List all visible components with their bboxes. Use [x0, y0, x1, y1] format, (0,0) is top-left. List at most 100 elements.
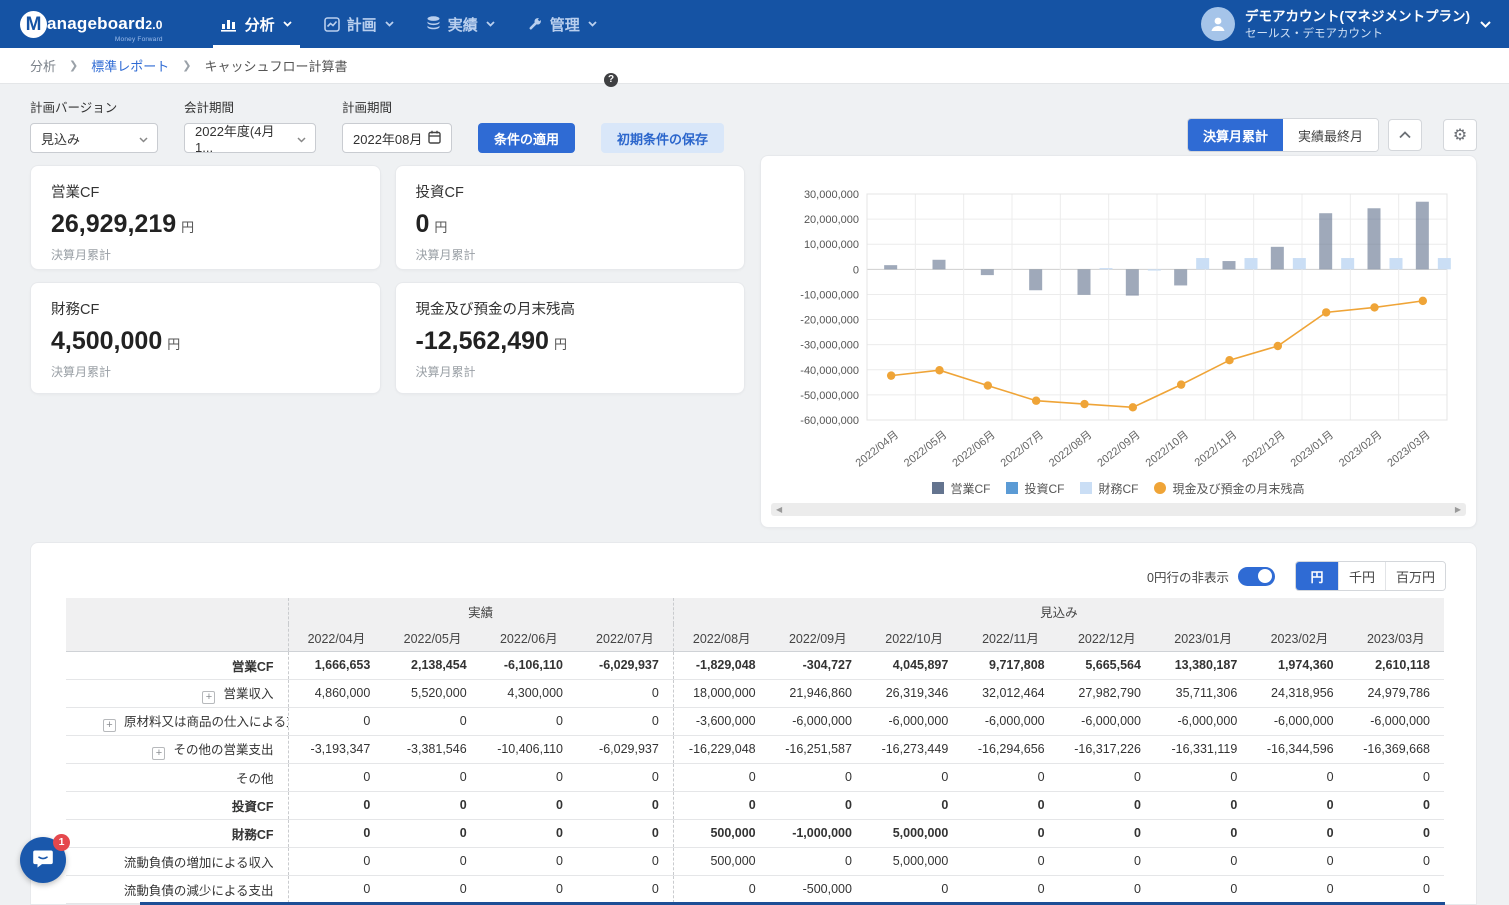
table-cell: 0	[481, 763, 577, 791]
chart-bar	[1271, 247, 1284, 270]
chart-bar	[884, 265, 897, 269]
legend-swatch	[1080, 482, 1092, 494]
kpi-value: 4,500,000円	[51, 327, 360, 356]
toggle-last-actual-month[interactable]: 実績最終月	[1283, 119, 1378, 151]
chart-point	[1080, 400, 1088, 408]
nav-label: 実績	[448, 14, 478, 35]
breadcrumb-item[interactable]: 分析	[30, 56, 56, 75]
chevron-up-icon	[1399, 126, 1411, 144]
chart-scrollbar[interactable]: ◀ ▶	[771, 503, 1466, 516]
nav-item-admin[interactable]: 管理	[511, 0, 613, 48]
x-axis-label: 2022/12月	[1240, 429, 1287, 470]
kpi-unit: 円	[554, 337, 567, 352]
toggle-fiscal-cumulative[interactable]: 決算月累計	[1188, 119, 1283, 151]
unit-selector: 円 千円 百万円	[1295, 561, 1446, 591]
table-cell: 0	[1155, 875, 1251, 903]
nav-item-actuals[interactable]: 実績	[410, 0, 511, 48]
table-column-header: 2022/05月	[384, 624, 480, 651]
table-cell: 0	[1251, 847, 1347, 875]
table-row: 営業CF1,666,6532,138,454-6,106,110-6,029,9…	[66, 651, 1444, 679]
table-cell: -6,000,000	[962, 707, 1058, 735]
table-cell: 1,666,653	[288, 651, 384, 679]
table-cell: 0	[577, 707, 673, 735]
chart-point	[1032, 397, 1040, 405]
table-cell: 500,000	[673, 847, 769, 875]
chart-bar	[933, 260, 946, 270]
plan-period-value: 2022年08月	[353, 129, 422, 148]
legend-item[interactable]: 財務CF	[1080, 480, 1138, 497]
nav-item-analysis[interactable]: 分析	[205, 0, 308, 48]
chevron-down-icon	[385, 21, 394, 27]
chart-bar	[1148, 269, 1161, 270]
legend-swatch	[1006, 482, 1018, 494]
table-column-header: 2022/06月	[481, 624, 577, 651]
table-cell: 2,610,118	[1348, 651, 1444, 679]
table-cell: 500,000	[673, 819, 769, 847]
row-label: 投資CF	[232, 800, 274, 814]
chart-bar	[1196, 258, 1209, 269]
expand-icon[interactable]: +	[202, 691, 215, 704]
chart-bar	[1245, 258, 1258, 269]
table-cell: -6,000,000	[1155, 707, 1251, 735]
zero-rows-toggle[interactable]	[1238, 567, 1275, 586]
chart-point	[1419, 297, 1427, 305]
account-name: デモアカウント(マネジメントプラン)	[1245, 8, 1470, 25]
table-column-header: 2022/07月	[577, 624, 673, 651]
table-cell: 5,000,000	[866, 847, 962, 875]
table-column-header: 2023/03月	[1348, 624, 1444, 651]
table-column-header: 2022/09月	[770, 624, 866, 651]
unit-yen-button[interactable]: 円	[1296, 562, 1338, 590]
collapse-button[interactable]	[1388, 119, 1422, 151]
unit-million-yen-button[interactable]: 百万円	[1385, 562, 1445, 590]
chart-bar	[1293, 258, 1306, 269]
chart-bar	[1341, 258, 1354, 269]
plan-version-select[interactable]: 見込み	[30, 123, 158, 153]
legend-item[interactable]: 現金及び預金の月末残高	[1154, 480, 1304, 497]
table-cell: -500,000	[770, 875, 866, 903]
table-cell: 0	[1059, 791, 1155, 819]
chat-widget-button[interactable]: 1	[20, 837, 66, 883]
legend-label: 現金及び預金の月末残高	[1172, 480, 1304, 497]
table-cell: 18,000,000	[673, 679, 769, 707]
account-menu[interactable]: デモアカウント(マネジメントプラン) セールス・デモアカウント	[1201, 0, 1491, 48]
plan-period-input[interactable]: 2022年08月	[342, 123, 452, 153]
save-initial-conditions-button[interactable]: 初期条件の保存	[601, 123, 724, 153]
x-axis-label: 2023/03月	[1385, 429, 1432, 470]
nav-label: 分析	[245, 14, 275, 35]
table-cell: 0	[770, 847, 866, 875]
table-cell: -3,381,546	[384, 735, 480, 763]
kpi-unit: 円	[181, 220, 194, 235]
apply-conditions-button[interactable]: 条件の適用	[478, 123, 575, 153]
aggregation-toggle: 決算月累計 実績最終月	[1187, 118, 1379, 152]
breadcrumb-item[interactable]: 標準レポート	[91, 56, 169, 75]
table-cell: 0	[962, 819, 1058, 847]
table-row: +原材料又は商品の仕入による支出0000-3,600,000-6,000,000…	[66, 707, 1444, 735]
kpi-note: 決算月累計	[51, 246, 360, 263]
fiscal-period-select[interactable]: 2022年度(4月1...	[184, 123, 316, 153]
app-logo[interactable]: Manageboard2.0Money Forward	[20, 0, 163, 48]
navbar: Manageboard2.0Money Forward 分析 計画 実績 管理 …	[0, 0, 1509, 48]
table-cell: 27,982,790	[1059, 679, 1155, 707]
legend-item[interactable]: 営業CF	[932, 480, 990, 497]
line-chart-icon	[324, 17, 340, 32]
svg-text:-30,000,000: -30,000,000	[800, 340, 859, 352]
unit-thousand-yen-button[interactable]: 千円	[1338, 562, 1385, 590]
cashflow-table: 実績見込み2022/04月2022/05月2022/06月2022/07月202…	[66, 598, 1444, 904]
scroll-left-icon[interactable]: ◀	[776, 505, 782, 514]
svg-text:-40,000,000: -40,000,000	[800, 365, 859, 377]
expand-icon[interactable]: +	[152, 747, 165, 760]
nav-item-plan[interactable]: 計画	[308, 0, 410, 48]
settings-button[interactable]: ⚙	[1443, 119, 1477, 151]
row-label: 流動負債の増加による収入	[124, 856, 274, 870]
table-cell: 5,520,000	[384, 679, 480, 707]
wrench-icon	[527, 16, 543, 32]
expand-icon[interactable]: +	[103, 719, 116, 732]
chart-bar	[1416, 202, 1429, 270]
help-icon[interactable]: ?	[604, 73, 618, 87]
legend-item[interactable]: 投資CF	[1006, 480, 1064, 497]
chart-bar	[1319, 213, 1332, 269]
chart-bar	[1223, 261, 1236, 269]
scroll-right-icon[interactable]: ▶	[1455, 505, 1461, 514]
gear-icon: ⚙	[1453, 125, 1467, 145]
table-cell: 0	[577, 679, 673, 707]
